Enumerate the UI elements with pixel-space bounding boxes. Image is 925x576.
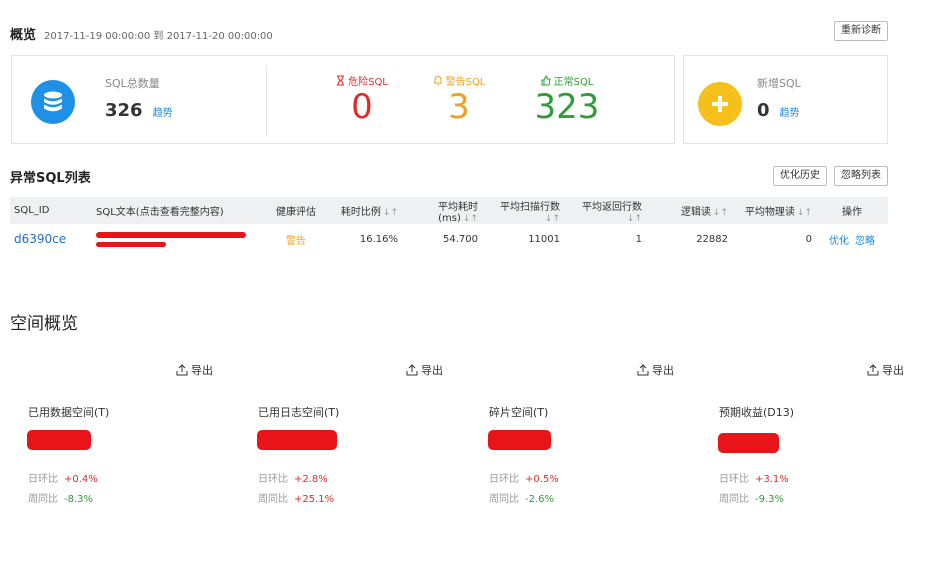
sql-total: 326 趋势 (105, 100, 173, 121)
ignore-list-button[interactable]: 忽略列表 (834, 166, 888, 186)
week-ratio: 周同比 -8.3% (28, 494, 94, 505)
space-card-title: 已用数据空间(T) (28, 406, 110, 419)
stat-danger-label: 危险SQL (348, 77, 388, 88)
divider (266, 66, 267, 136)
sql-summary-card: SQL总数量 326 趋势 危险SQL 0 警告SQL 3 正常SQL 323 (11, 55, 675, 144)
stat-warning-label: 警告SQL (445, 77, 486, 88)
thumbs-up-icon (541, 75, 551, 86)
avg-return-cell: 1 (635, 233, 642, 245)
stat-danger-value: 0 (351, 87, 373, 127)
overview-title: 概览 (10, 28, 37, 43)
rediagnose-button[interactable]: 重新诊断 (834, 21, 888, 41)
sql-total-trend-link[interactable]: 趋势 (153, 104, 173, 119)
export-button[interactable]: 导出 (176, 362, 213, 378)
bell-icon (433, 75, 442, 86)
export-button[interactable]: 导出 (867, 362, 904, 378)
col-avg-time[interactable]: 平均耗时(ms) ↓↑ (402, 197, 482, 224)
new-sql-value: 0 (757, 100, 770, 121)
avg-phys-read-cell: 0 (805, 233, 812, 245)
new-sql-trend-link[interactable]: 趋势 (780, 104, 800, 119)
optimize-link[interactable]: 优化 (829, 236, 849, 247)
avg-scan-cell: 11001 (528, 233, 560, 245)
week-ratio: 周同比 -2.6% (489, 494, 555, 505)
col-avg-scan[interactable]: 平均扫描行数↓↑ (482, 197, 564, 224)
sort-icon[interactable]: ↓↑ (797, 208, 812, 218)
export-icon (637, 364, 649, 376)
col-avg-phys-read[interactable]: 平均物理读 ↓↑ (732, 197, 816, 224)
avg-time-cell: 54.700 (443, 233, 478, 245)
hourglass-icon (337, 75, 345, 86)
space-card-title: 预期收益(D13) (719, 406, 795, 419)
day-ratio: 日环比 +0.5% (489, 474, 559, 485)
sql-id-link[interactable]: d6390ce (14, 232, 66, 246)
day-ratio: 日环比 +2.8% (258, 474, 328, 485)
date-range: 2017-11-19 00:00:00 到 2017-11-20 00:00:0… (44, 31, 273, 42)
col-avg-return[interactable]: 平均返回行数↓↑ (564, 197, 646, 224)
export-icon (176, 364, 188, 376)
space-overview-title: 空间概览 (10, 314, 78, 334)
sql-text-cell[interactable] (92, 224, 260, 254)
day-ratio: 日环比 +0.4% (28, 474, 98, 485)
redacted-value (27, 430, 91, 450)
sort-icon[interactable]: ↓↑ (545, 214, 560, 224)
col-health: 健康评估 (260, 197, 332, 224)
redacted-value (257, 430, 337, 450)
table-row: d6390ce 警告 16.16% 54.700 11001 1 22882 0… (10, 224, 888, 254)
week-ratio: 周同比 +25.1% (258, 494, 335, 505)
week-ratio: 周同比 -9.3% (719, 494, 785, 505)
abnormal-sql-table: SQL_ID SQL文本(点击查看完整内容) 健康评估 耗时比例 ↓↑ 平均耗时(… (10, 197, 888, 254)
col-sql-id: SQL_ID (10, 197, 92, 224)
redacted-text (96, 241, 166, 247)
abnormal-sql-title: 异常SQL列表 (10, 171, 91, 186)
sort-icon[interactable]: ↓↑ (713, 208, 728, 218)
day-ratio: 日环比 +3.1% (719, 474, 789, 485)
optimize-history-button[interactable]: 优化历史 (773, 166, 827, 186)
stat-warning-value: 3 (448, 87, 470, 127)
operations-cell: 优化 忽略 (816, 224, 888, 254)
redacted-value (718, 433, 779, 453)
export-icon (406, 364, 418, 376)
stat-normal-label: 正常SQL (553, 77, 594, 88)
stat-danger: 危险SQL 0 (322, 73, 402, 126)
col-time-ratio[interactable]: 耗时比例 ↓↑ (332, 197, 402, 224)
export-button[interactable]: 导出 (406, 362, 443, 378)
sql-total-value: 326 (105, 100, 143, 121)
sort-icon[interactable]: ↓↑ (383, 208, 398, 218)
database-icon (31, 80, 75, 124)
stat-normal: 正常SQL 323 (522, 73, 612, 126)
sort-icon[interactable]: ↓↑ (627, 214, 642, 224)
new-sql-label: 新增SQL (757, 77, 801, 90)
time-ratio-cell: 16.16% (359, 233, 398, 245)
col-operations: 操作 (816, 197, 888, 224)
space-card-title: 碎片空间(T) (489, 406, 549, 419)
ignore-link[interactable]: 忽略 (855, 236, 875, 247)
export-icon (867, 364, 879, 376)
col-logical-read[interactable]: 逻辑读 ↓↑ (646, 197, 732, 224)
plus-icon (698, 82, 742, 126)
new-sql: 0 趋势 (757, 100, 800, 121)
redacted-text (96, 231, 246, 238)
export-button[interactable]: 导出 (637, 362, 674, 378)
space-card-title: 已用日志空间(T) (258, 406, 340, 419)
logical-read-cell: 22882 (696, 233, 728, 245)
table-header: SQL_ID SQL文本(点击查看完整内容) 健康评估 耗时比例 ↓↑ 平均耗时(… (10, 197, 888, 224)
new-sql-card: 新增SQL 0 趋势 (683, 55, 888, 144)
health-badge: 警告 (286, 235, 306, 247)
sort-icon[interactable]: ↓↑ (463, 214, 478, 224)
col-sql-text: SQL文本(点击查看完整内容) (92, 197, 260, 224)
stat-warning: 警告SQL 3 (419, 73, 499, 126)
overview-header: 概览 2017-11-19 00:00:00 到 2017-11-20 00:0… (10, 24, 273, 43)
stat-normal-value: 323 (534, 87, 600, 127)
redacted-value (488, 430, 551, 450)
sql-total-label: SQL总数量 (105, 77, 160, 90)
